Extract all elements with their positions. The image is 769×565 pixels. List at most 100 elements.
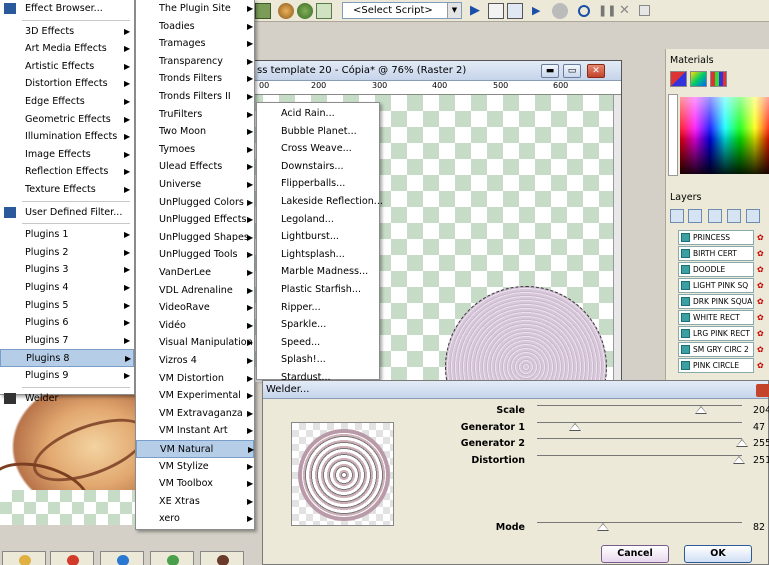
- visibility-toggle-icon[interactable]: ✿: [757, 233, 769, 243]
- filter-item-splash[interactable]: Splash!...: [257, 351, 379, 369]
- chevron-down-icon[interactable]: ▼: [447, 3, 461, 18]
- cancel-button[interactable]: Cancel: [601, 545, 669, 563]
- frame-tab-icon[interactable]: [670, 71, 687, 87]
- layer-palette-icon[interactable]: [255, 3, 271, 19]
- run-edit-icon[interactable]: ▶: [532, 3, 548, 19]
- submenu-item-xe-xtras[interactable]: XE Xtras ▶: [136, 493, 254, 511]
- menu-item-welder[interactable]: Welder: [0, 390, 134, 408]
- selected-circle[interactable]: [445, 286, 607, 382]
- visibility-toggle-icon[interactable]: ✿: [757, 265, 769, 275]
- submenu-item-vizros-4[interactable]: Vizros 4 ▶: [136, 352, 254, 370]
- submenu-item-trufilters[interactable]: TruFilters ▶: [136, 106, 254, 124]
- submenu-item-unplugged-tools[interactable]: UnPlugged Tools ▶: [136, 246, 254, 264]
- image-icon[interactable]: [316, 3, 332, 19]
- layer-row[interactable]: LIGHT PINK SQ: [678, 278, 754, 293]
- menu-item-user-defined-filter[interactable]: User Defined Filter...: [0, 204, 134, 222]
- menu-item-3d-effects[interactable]: 3D Effects ▶: [0, 23, 134, 41]
- vertical-scrollbar[interactable]: [613, 95, 621, 382]
- menu-item-plugins-9[interactable]: Plugins 9 ▶: [0, 367, 134, 385]
- close-icon[interactable]: [756, 384, 769, 397]
- menu-item-edge-effects[interactable]: Edge Effects ▶: [0, 93, 134, 111]
- layer-row[interactable]: BIRTH CERT: [678, 246, 754, 261]
- submenu-item-videorave[interactable]: VideoRave ▶: [136, 299, 254, 317]
- filter-item-sparkle[interactable]: Sparkle...: [257, 316, 379, 334]
- submenu-item-unplugged-shapes[interactable]: UnPlugged Shapes ▶: [136, 229, 254, 247]
- new-vector-layer-icon[interactable]: [688, 209, 702, 223]
- menu-item-distortion-effects[interactable]: Distortion Effects ▶: [0, 75, 134, 93]
- menu-item-effect-browser[interactable]: Effect Browser...: [0, 0, 134, 18]
- task-button[interactable]: [200, 551, 244, 565]
- save-icon[interactable]: [639, 5, 650, 16]
- layer-row[interactable]: DRK PINK SQUA: [678, 294, 754, 309]
- duplicate-layer-icon[interactable]: [727, 209, 741, 223]
- slider-thumb[interactable]: [568, 423, 581, 431]
- menu-item-texture-effects[interactable]: Texture Effects ▶: [0, 181, 134, 199]
- filter-item-lightburst[interactable]: Lightburst...: [257, 228, 379, 246]
- filter-item-marble-madness[interactable]: Marble Madness...: [257, 263, 379, 281]
- submenu-item-vm-toolbox[interactable]: VM Toolbox ▶: [136, 475, 254, 493]
- mask-layer-icon[interactable]: [746, 209, 760, 223]
- menu-item-image-effects[interactable]: Image Effects ▶: [0, 146, 134, 164]
- submenu-item-universe[interactable]: Universe ▶: [136, 176, 254, 194]
- filter-item-legoland[interactable]: Legoland...: [257, 211, 379, 229]
- task-button[interactable]: [50, 551, 94, 565]
- slider-thumb[interactable]: [695, 406, 707, 414]
- filter-item-downstairs[interactable]: Downstairs...: [257, 158, 379, 176]
- filter-item-plastic-starfish[interactable]: Plastic Starfish...: [257, 281, 379, 299]
- filter-item-flipperballs[interactable]: Flipperballs...: [257, 175, 379, 193]
- layer-row[interactable]: WHITE RECT: [678, 310, 754, 325]
- slider-track[interactable]: [537, 438, 748, 447]
- menu-item-plugins-5[interactable]: Plugins 5 ▶: [0, 297, 134, 315]
- layer-row[interactable]: DOODLE: [678, 262, 754, 277]
- menu-item-plugins-4[interactable]: Plugins 4 ▶: [0, 279, 134, 297]
- submenu-item-two-moon[interactable]: Two Moon ▶: [136, 123, 254, 141]
- submenu-item-vm-stylize[interactable]: VM Stylize ▶: [136, 458, 254, 476]
- filter-item-cross-weave[interactable]: Cross Weave...: [257, 140, 379, 158]
- filter-item-lightsplash[interactable]: Lightsplash...: [257, 246, 379, 264]
- script-tool-icon[interactable]: [278, 3, 294, 19]
- submenu-item-vm-distortion[interactable]: VM Distortion ▶: [136, 370, 254, 388]
- submenu-item-vdl-adrenaline[interactable]: VDL Adrenaline ▶: [136, 282, 254, 300]
- visibility-toggle-icon[interactable]: ✿: [757, 361, 769, 371]
- menu-item-reflection-effects[interactable]: Reflection Effects ▶: [0, 163, 134, 181]
- record-icon[interactable]: [578, 5, 590, 17]
- run-script-icon[interactable]: ▶: [470, 3, 486, 19]
- submenu-item-ulead-effects[interactable]: Ulead Effects ▶: [136, 158, 254, 176]
- layer-row[interactable]: PINK CIRCLE: [678, 358, 754, 373]
- color-spectrum[interactable]: [680, 97, 769, 174]
- menu-item-plugins-1[interactable]: Plugins 1 ▶: [0, 226, 134, 244]
- pause-icon[interactable]: ❚❚: [598, 3, 616, 19]
- menu-item-plugins-8[interactable]: Plugins 8 ▶: [0, 349, 134, 367]
- swatches-tab-icon[interactable]: [710, 71, 727, 87]
- menu-item-art-media-effects[interactable]: Art Media Effects ▶: [0, 40, 134, 58]
- submenu-item-toadies[interactable]: Toadies ▶: [136, 18, 254, 36]
- script-toggle-icon[interactable]: [507, 3, 523, 19]
- visibility-toggle-icon[interactable]: ✿: [757, 329, 769, 339]
- submenu-item-unplugged-colors[interactable]: UnPlugged Colors ▶: [136, 194, 254, 212]
- visibility-toggle-icon[interactable]: ✿: [757, 281, 769, 291]
- close-icon[interactable]: ✕: [619, 3, 635, 19]
- layer-row[interactable]: SM GRY CIRC 2: [678, 342, 754, 357]
- menu-item-plugins-3[interactable]: Plugins 3 ▶: [0, 261, 134, 279]
- cancel-script-icon[interactable]: [552, 3, 568, 19]
- task-button[interactable]: [100, 551, 144, 565]
- script-select[interactable]: <Select Script> ▼: [342, 2, 462, 19]
- visibility-toggle-icon[interactable]: ✿: [757, 313, 769, 323]
- visibility-toggle-icon[interactable]: ✿: [757, 249, 769, 259]
- menu-item-artistic-effects[interactable]: Artistic Effects ▶: [0, 58, 134, 76]
- window-close-icon[interactable]: ✕: [587, 64, 605, 78]
- edit-script-icon[interactable]: [488, 3, 504, 19]
- menu-item-illumination-effects[interactable]: Illumination Effects ▶: [0, 128, 134, 146]
- submenu-item-vanderlee[interactable]: VanDerLee ▶: [136, 264, 254, 282]
- rainbow-tab-icon[interactable]: [690, 71, 707, 87]
- new-layer-icon[interactable]: [670, 209, 684, 223]
- slider-track[interactable]: [537, 522, 742, 531]
- task-button[interactable]: [150, 551, 194, 565]
- filter-item-ripper[interactable]: Ripper...: [257, 299, 379, 317]
- visibility-toggle-icon[interactable]: ✿: [757, 345, 769, 355]
- submenu-item-tronds-filters[interactable]: Tronds Filters ▶: [136, 70, 254, 88]
- filter-item-acid-rain[interactable]: Acid Rain...: [257, 105, 379, 123]
- submenu-item-the-plugin-site[interactable]: The Plugin Site ▶: [136, 0, 254, 18]
- slider-thumb[interactable]: [597, 523, 609, 531]
- submenu-item-vm-instant-art[interactable]: VM Instant Art ▶: [136, 422, 254, 440]
